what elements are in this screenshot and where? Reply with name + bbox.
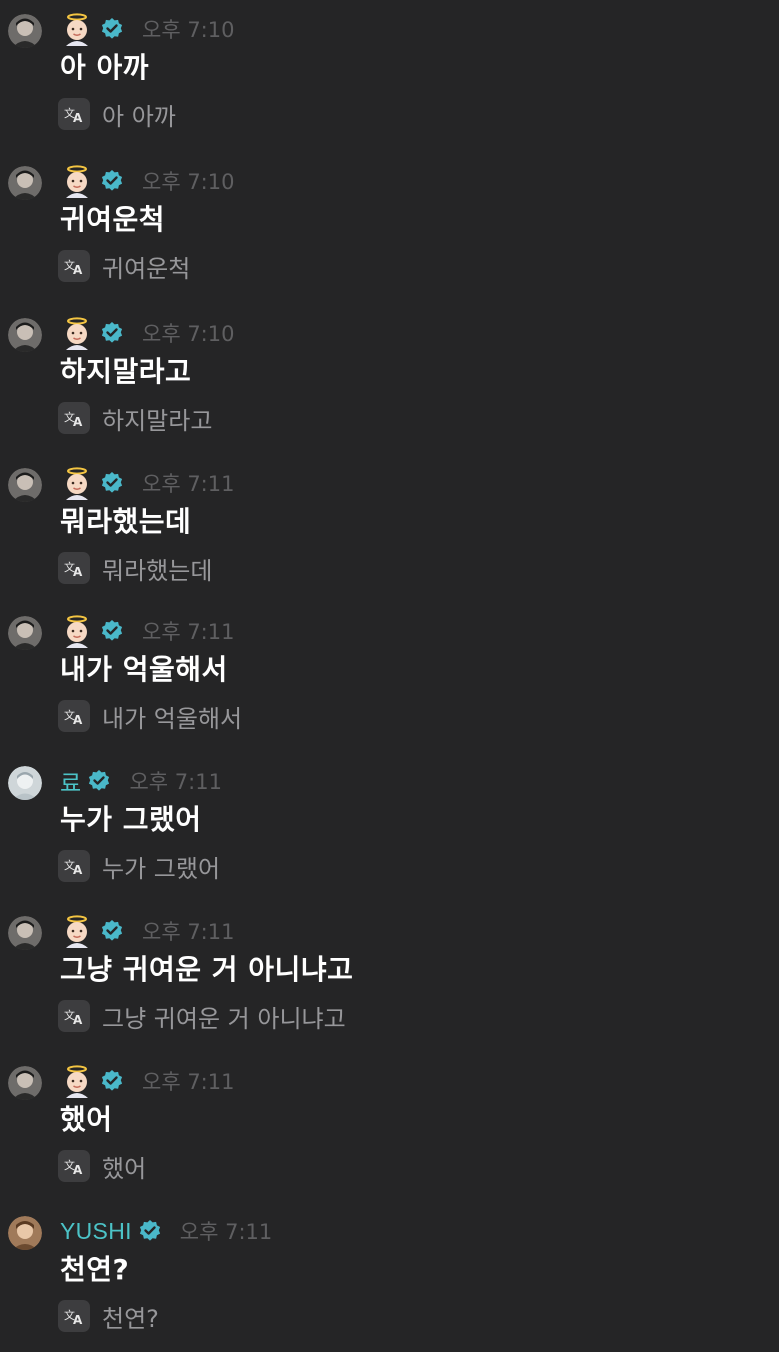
avatar[interactable] (8, 1066, 42, 1100)
translation-row[interactable]: 文A 그냥 귀여운 거 아니냐고 (58, 1000, 346, 1033)
svg-text:A: A (73, 111, 83, 125)
verified-badge-icon (100, 619, 124, 643)
translation-row[interactable]: 文A 뭐라했는데 (58, 552, 213, 585)
svg-text:A: A (73, 415, 83, 429)
message-text: 천연? (60, 1253, 130, 1286)
angel-emoji-icon (60, 1064, 94, 1098)
translate-icon[interactable]: 文A (58, 250, 90, 282)
verified-badge-icon (100, 1069, 124, 1093)
avatar[interactable] (8, 166, 42, 200)
verified-badge-icon (100, 17, 124, 41)
verified-badge-icon (100, 919, 124, 943)
message-text: 아 아까 (60, 51, 150, 84)
angel-emoji-icon (60, 914, 94, 948)
translation-text: 귀여운척 (102, 254, 191, 283)
timestamp: 오후 7:11 (142, 472, 235, 496)
translation-row[interactable]: 文A 했어 (58, 1150, 147, 1183)
angel-emoji-icon (60, 466, 94, 500)
translation-text: 아 아까 (102, 102, 176, 131)
translation-row[interactable]: 文A 누가 그랬어 (58, 850, 221, 883)
translate-icon[interactable]: 文A (58, 700, 90, 732)
timestamp: 오후 7:10 (142, 322, 235, 346)
avatar[interactable] (8, 916, 42, 950)
chat-message: 오후 7:10 귀여운척 文A 귀여운척 (0, 152, 779, 302)
timestamp: 오후 7:11 (142, 620, 235, 644)
message-text: 하지말라고 (60, 355, 192, 388)
timestamp: 오후 7:11 (142, 1070, 235, 1094)
translate-icon[interactable]: 文A (58, 1300, 90, 1332)
translation-text: 했어 (102, 1154, 147, 1183)
angel-emoji-icon (60, 614, 94, 648)
translation-row[interactable]: 文A 천연? (58, 1300, 159, 1333)
chat-message: 오후 7:10 아 아까 文A 아 아까 (0, 0, 779, 150)
angel-emoji-icon (60, 164, 94, 198)
translate-icon[interactable]: 文A (58, 402, 90, 434)
chat-message: 오후 7:10 하지말라고 文A 하지말라고 (0, 304, 779, 454)
translation-row[interactable]: 文A 내가 억울해서 (58, 700, 243, 733)
translation-text: 누가 그랬어 (102, 854, 221, 883)
chat-message: 오후 7:11 했어 文A 했어 (0, 1052, 779, 1202)
svg-text:A: A (73, 565, 83, 579)
translation-text: 그냥 귀여운 거 아니냐고 (102, 1004, 346, 1033)
avatar[interactable] (8, 468, 42, 502)
chat-message: 오후 7:11 그냥 귀여운 거 아니냐고 文A 그냥 귀여운 거 아니냐고 (0, 902, 779, 1052)
chat-message: 오후 7:11 뭐라했는데 文A 뭐라했는데 (0, 454, 779, 604)
verified-badge-icon (87, 769, 111, 793)
chat-message: 오후 7:11 내가 억울해서 文A 내가 억울해서 (0, 602, 779, 752)
verified-badge-icon (100, 321, 124, 345)
translate-icon[interactable]: 文A (58, 552, 90, 584)
message-text: 했어 (60, 1103, 113, 1136)
message-text: 뭐라했는데 (60, 505, 192, 538)
verified-badge-icon (100, 471, 124, 495)
chat-message: YUSHI 오후 7:11 천연? 文A 천연? (0, 1202, 779, 1352)
translate-icon[interactable]: 文A (58, 1000, 90, 1032)
translation-text: 뭐라했는데 (102, 556, 213, 585)
timestamp: 오후 7:11 (179, 1220, 273, 1244)
svg-text:A: A (73, 1313, 83, 1327)
translation-text: 천연? (102, 1304, 159, 1333)
translation-text: 내가 억울해서 (102, 704, 243, 733)
verified-badge-icon (138, 1219, 162, 1243)
avatar[interactable] (8, 318, 42, 352)
avatar[interactable] (8, 1216, 42, 1250)
svg-text:A: A (73, 263, 83, 277)
message-text: 그냥 귀여운 거 아니냐고 (60, 953, 354, 986)
sender-name[interactable]: 료 (60, 764, 81, 798)
translation-text: 하지말라고 (102, 406, 213, 435)
translation-row[interactable]: 文A 귀여운척 (58, 250, 191, 283)
verified-badge-icon (100, 169, 124, 193)
message-text: 누가 그랬어 (60, 803, 202, 836)
avatar[interactable] (8, 616, 42, 650)
message-text: 내가 억울해서 (60, 653, 228, 686)
svg-text:A: A (73, 1013, 83, 1027)
avatar[interactable] (8, 766, 42, 800)
message-text: 귀여운척 (60, 203, 166, 236)
timestamp: 오후 7:11 (142, 920, 235, 944)
angel-emoji-icon (60, 12, 94, 46)
timestamp: 오후 7:11 (129, 770, 222, 794)
translation-row[interactable]: 文A 아 아까 (58, 98, 176, 131)
translate-icon[interactable]: 文A (58, 1150, 90, 1182)
translation-row[interactable]: 文A 하지말라고 (58, 402, 213, 435)
svg-text:A: A (73, 713, 83, 727)
chat-message: 료 오후 7:11 누가 그랬어 文A 누가 그랬어 (0, 752, 779, 902)
timestamp: 오후 7:10 (142, 18, 235, 42)
translate-icon[interactable]: 文A (58, 850, 90, 882)
svg-text:A: A (73, 863, 83, 877)
svg-text:A: A (73, 1163, 83, 1177)
sender-name[interactable]: YUSHI (60, 1218, 132, 1245)
angel-emoji-icon (60, 316, 94, 350)
translate-icon[interactable]: 文A (58, 98, 90, 130)
avatar[interactable] (8, 14, 42, 48)
timestamp: 오후 7:10 (142, 170, 235, 194)
